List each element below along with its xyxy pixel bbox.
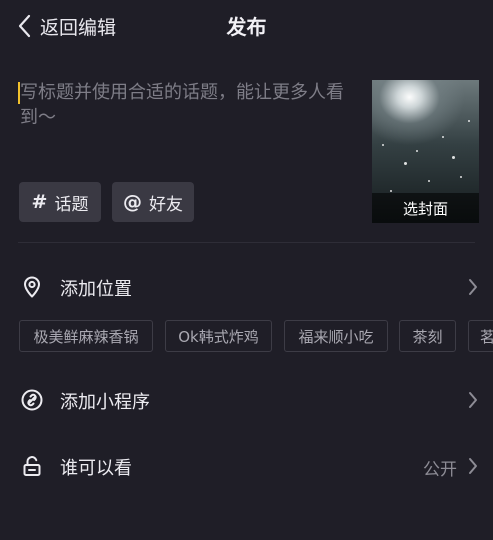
visibility-value: 公开 <box>423 460 457 480</box>
hashtag-icon: # <box>31 191 48 213</box>
location-pin-icon <box>20 275 44 299</box>
location-tag[interactable]: 茗 <box>468 320 493 352</box>
location-tag[interactable]: 茶刻 <box>399 320 456 352</box>
friend-label: 好友 <box>149 194 183 215</box>
cover-thumbnail[interactable]: 选封面 <box>372 80 479 223</box>
caption-input[interactable]: 写标题并使用合适的话题，能让更多人看到～ <box>18 78 356 158</box>
page-title: 发布 <box>226 15 267 39</box>
add-location-row[interactable]: 添加位置 <box>0 265 493 309</box>
chevron-right-icon <box>467 277 479 297</box>
visibility-row[interactable]: 谁可以看 公开 <box>0 444 493 488</box>
chevron-right-icon <box>467 390 479 410</box>
location-suggestions: 极美鲜麻辣香锅 Ok韩式炸鸡 福来顺小吃 茶刻 茗 <box>19 320 493 354</box>
location-tag[interactable]: 极美鲜麻辣香锅 <box>19 320 153 352</box>
link-icon <box>20 388 44 412</box>
unlock-icon <box>20 454 44 478</box>
at-sign-icon: @ <box>123 191 142 213</box>
visibility-label: 谁可以看 <box>60 458 132 479</box>
mention-friend-button[interactable]: @ 好友 <box>112 182 194 222</box>
add-miniprogram-label: 添加小程序 <box>60 392 150 413</box>
add-location-label: 添加位置 <box>60 279 132 300</box>
caption-placeholder: 写标题并使用合适的话题，能让更多人看到～ <box>20 82 344 128</box>
topic-label: 话题 <box>54 194 89 215</box>
location-tag[interactable]: Ok韩式炸鸡 <box>165 320 272 352</box>
header-bar: 返回编辑 发布 <box>0 0 493 52</box>
topic-button[interactable]: # 话题 <box>19 182 101 222</box>
publish-page: 返回编辑 发布 写标题并使用合适的话题，能让更多人看到～ 选封面 # 话题 @ … <box>0 0 493 540</box>
location-tag[interactable]: 福来顺小吃 <box>284 320 388 352</box>
chevron-right-icon <box>467 456 479 476</box>
divider <box>18 242 475 243</box>
add-miniprogram-row[interactable]: 添加小程序 <box>0 378 493 422</box>
choose-cover-label: 选封面 <box>372 193 479 223</box>
